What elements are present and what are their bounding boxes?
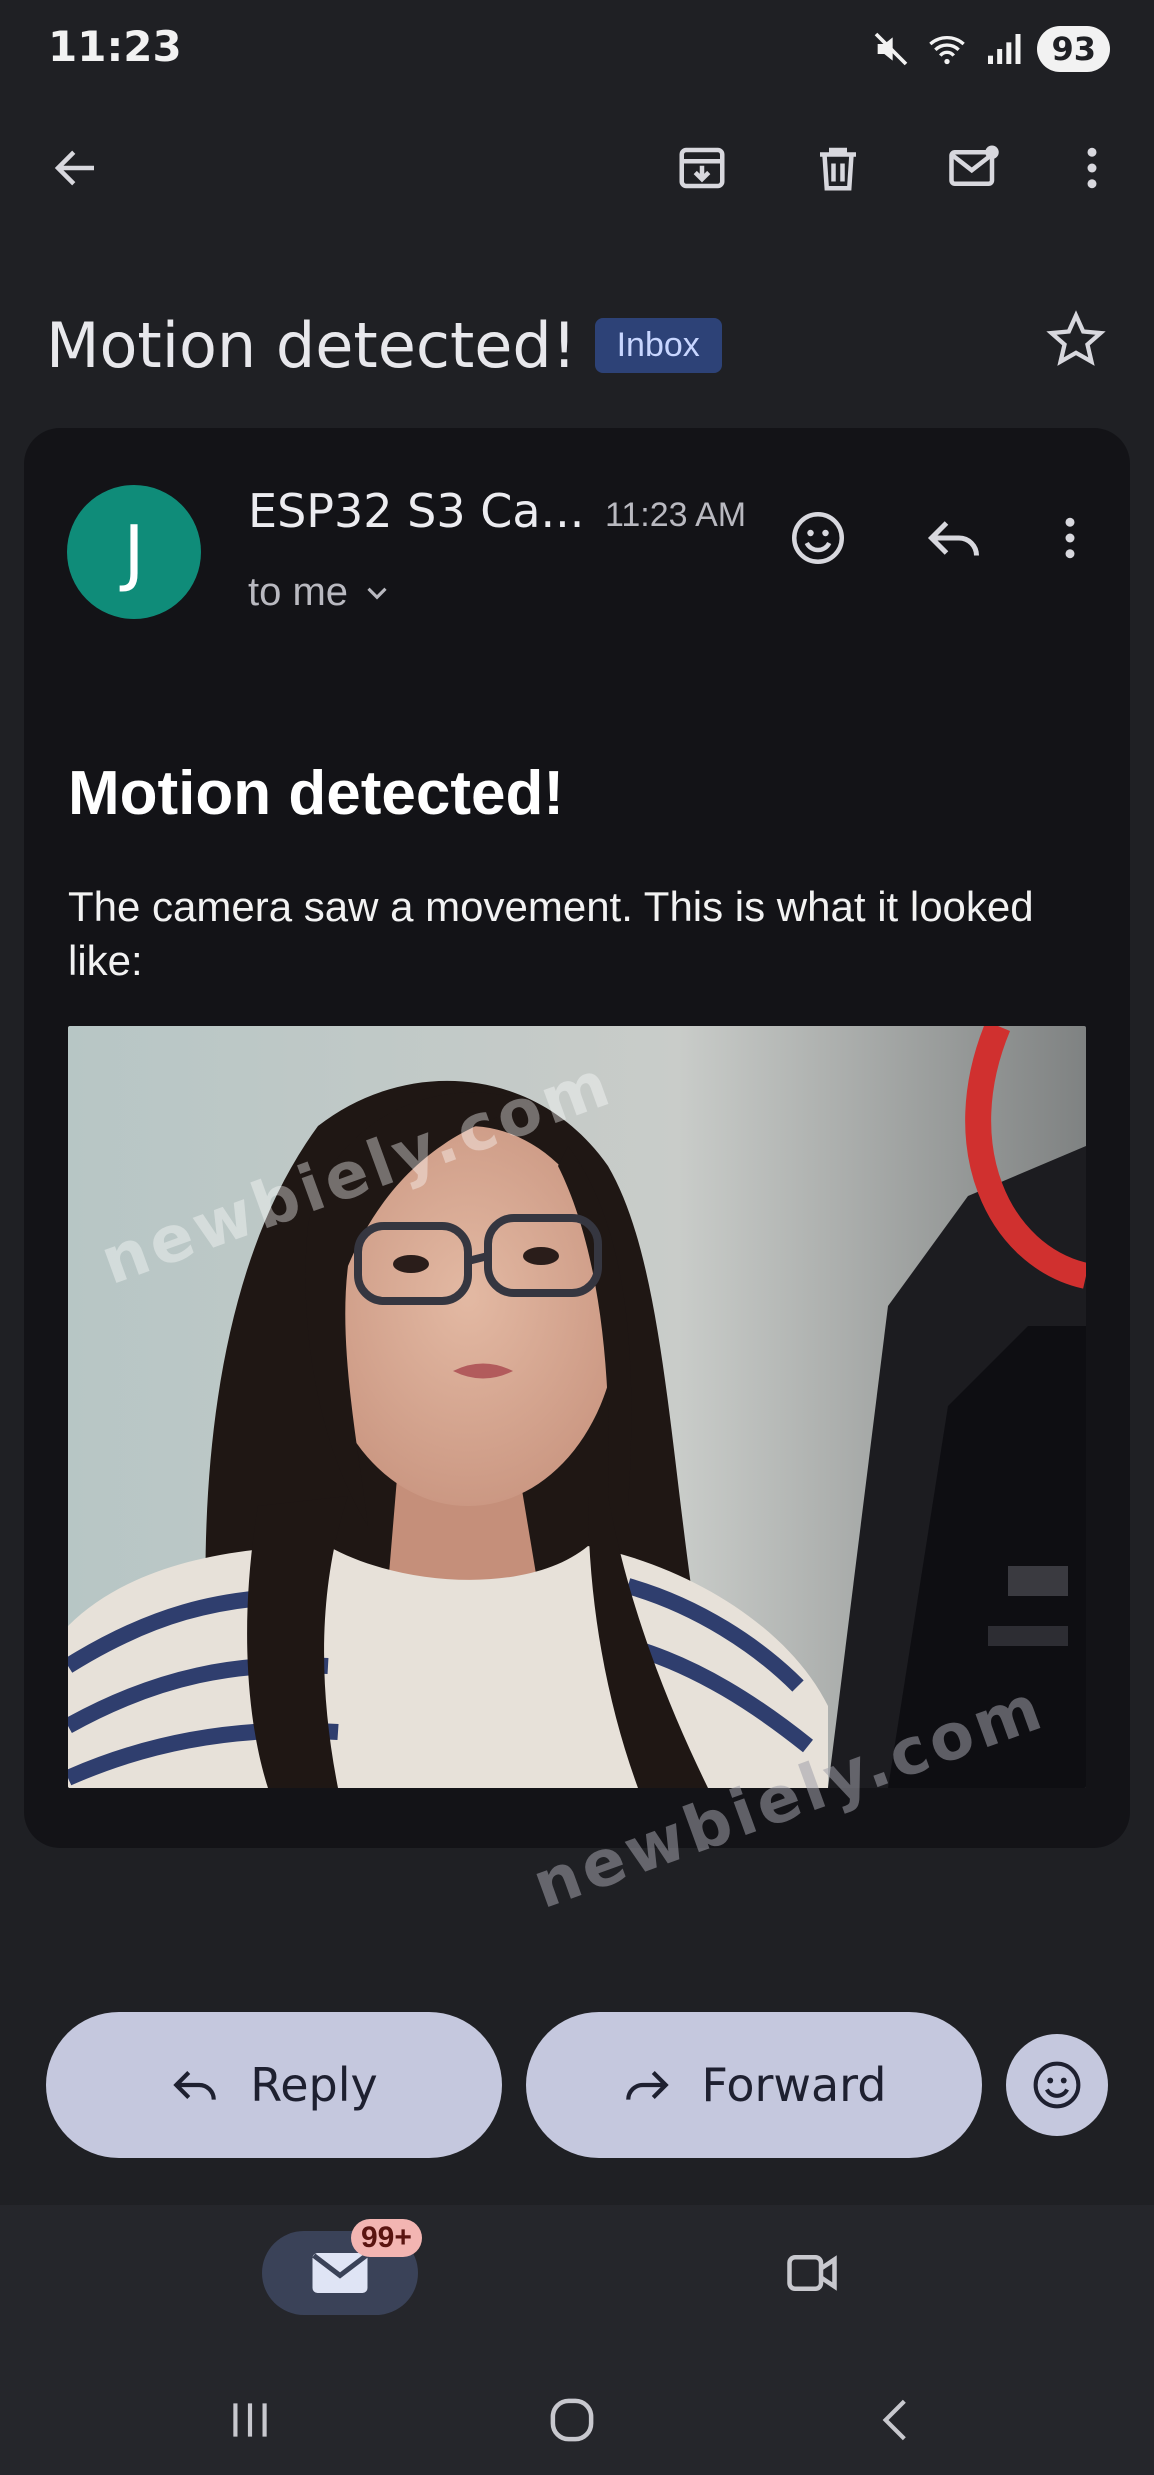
video-camera-icon (787, 2255, 837, 2291)
message-time: 11:23 AM (605, 496, 747, 534)
more-options-button[interactable] (1052, 128, 1132, 208)
email-toolbar (0, 128, 1154, 208)
recents-icon (233, 2403, 267, 2437)
status-time: 11:23 (48, 22, 182, 71)
back-arrow-icon (54, 150, 94, 186)
message-card: J ESP32 S3 Ca... 11:23 AM to me Motion d… (24, 428, 1130, 1848)
reply-button[interactable]: Reply (46, 2012, 502, 2158)
wifi-icon (929, 36, 966, 65)
forward-button[interactable]: Forward (526, 2012, 982, 2158)
recipient-label: to me (248, 570, 349, 614)
add-reaction-button[interactable] (778, 498, 858, 578)
forward-label: Forward (701, 2058, 887, 2112)
system-navigation (0, 2385, 1154, 2455)
signal-icon (988, 34, 1021, 64)
body-title: Motion detected! (68, 759, 564, 828)
unread-badge: 99+ (351, 2219, 422, 2257)
camera-snapshot[interactable]: newbiely.com (68, 1026, 1086, 1788)
action-bar: Reply Forward (46, 2012, 1108, 2158)
mark-unread-icon (949, 145, 999, 186)
reply-label: Reply (250, 2058, 378, 2112)
subject-row: Motion detected! Inbox (46, 300, 1114, 390)
recipient-details[interactable]: to me (248, 570, 394, 615)
trash-icon (820, 147, 856, 191)
mail-icon (312, 2253, 368, 2293)
mute-icon (875, 32, 908, 66)
home-icon (550, 2398, 594, 2442)
delete-button[interactable] (798, 128, 878, 208)
sender-name[interactable]: ESP32 S3 Ca... (248, 484, 584, 538)
battery-indicator: 93 (1037, 26, 1110, 72)
archive-button[interactable] (662, 128, 742, 208)
reply-icon (927, 521, 979, 556)
inbox-label[interactable]: Inbox (594, 317, 722, 373)
reply-icon-button[interactable] (914, 498, 994, 578)
message-more-button[interactable] (1030, 498, 1110, 578)
back-button[interactable] (36, 128, 116, 208)
archive-icon (679, 147, 725, 189)
recents-button[interactable] (210, 2385, 290, 2455)
more-vert-icon (1065, 517, 1075, 559)
bottom-navigation: 99+ (0, 2205, 1154, 2475)
chevron-left-icon (882, 2399, 906, 2441)
email-subject: Motion detected! (46, 308, 577, 382)
react-button[interactable] (1006, 2034, 1108, 2136)
reply-icon (173, 2071, 217, 2100)
status-icons: 93 (871, 26, 1110, 72)
chevron-down-icon (367, 587, 387, 599)
camera-snapshot-image (68, 1026, 1086, 1788)
mark-unread-button[interactable] (934, 128, 1014, 208)
home-button[interactable] (532, 2385, 612, 2455)
emoji-icon (1033, 2061, 1081, 2109)
status-bar: 11:23 93 (0, 0, 1154, 100)
more-vert-icon (1087, 147, 1097, 189)
star-icon (1046, 310, 1106, 366)
nav-meet-tab[interactable] (770, 2231, 854, 2315)
star-button[interactable] (1044, 308, 1114, 378)
body-text: The camera saw a movement. This is what … (68, 883, 1034, 984)
sender-avatar[interactable]: J (67, 485, 201, 619)
forward-icon (625, 2071, 669, 2100)
emoji-icon (792, 512, 844, 564)
system-back-button[interactable] (856, 2385, 936, 2455)
